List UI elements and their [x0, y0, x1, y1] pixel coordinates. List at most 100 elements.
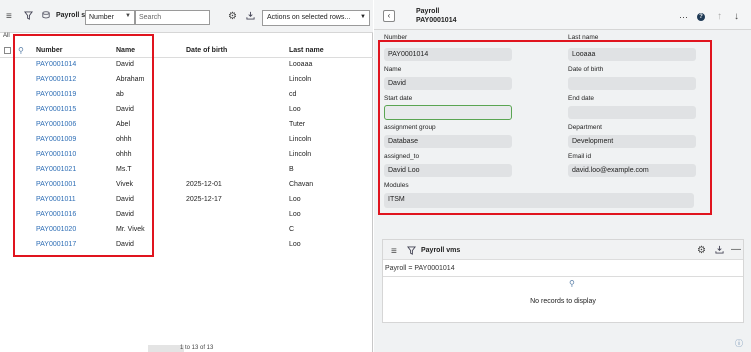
arrow-up-icon[interactable]: ↑ — [717, 11, 722, 23]
cell-name: ohhh — [116, 136, 132, 143]
cell-number[interactable]: PAY0001017 — [36, 241, 76, 248]
cell-dob: 2025-12-17 — [186, 196, 222, 203]
cell-number[interactable]: PAY0001006 — [36, 121, 76, 128]
cell-number[interactable]: PAY0001012 — [36, 76, 76, 83]
cell-number[interactable]: PAY0001015 — [36, 106, 76, 113]
department-field[interactable]: Development — [568, 135, 696, 148]
info-icon[interactable]: ⓘ — [735, 338, 743, 350]
search-icon[interactable]: ⚲ — [18, 45, 24, 57]
table-row[interactable]: PAY0001016 David Loo — [0, 208, 373, 223]
list-pane: ≡ Payroll s Number ▼ Search ⚙ Actions on… — [0, 0, 373, 352]
cell-name: David — [116, 61, 134, 68]
chevron-down-icon: ▼ — [360, 14, 366, 20]
modules-label: Modules — [384, 182, 409, 189]
back-icon[interactable]: ‹ — [383, 10, 395, 22]
cell-last-name: Chavan — [289, 181, 314, 188]
pagination: 1 to 13 of 13 — [118, 345, 248, 352]
table-row[interactable]: PAY0001021 Ms.T B — [0, 163, 373, 178]
breadcrumb-all[interactable]: All — [3, 33, 10, 39]
cell-number[interactable]: PAY0001009 — [36, 136, 76, 143]
start-date-label: Start date — [384, 95, 413, 102]
record-table-name: Payroll — [416, 8, 440, 15]
download-icon[interactable] — [715, 245, 724, 258]
cell-name: Ms.T — [116, 166, 132, 173]
cell-number[interactable]: PAY0001021 — [36, 166, 76, 173]
select-all-checkbox[interactable] — [4, 47, 11, 54]
start-date-field[interactable] — [384, 105, 512, 120]
gear-icon[interactable]: ⚙ — [228, 11, 237, 23]
cell-last-name: Lincoln — [289, 151, 312, 158]
empty-message: No records to display — [530, 298, 596, 305]
table-row[interactable]: PAY0001010 ohhh Lincoln — [0, 148, 373, 163]
search-input[interactable]: Search — [135, 10, 210, 25]
table-row[interactable]: PAY0001001 Vivek 2025-12-01 Chavan — [0, 178, 373, 193]
end-date-field[interactable] — [568, 106, 696, 119]
table-row[interactable]: PAY0001011 David 2025-12-17 Loo — [0, 193, 373, 208]
actions-select[interactable]: Actions on selected rows... ▼ — [262, 10, 370, 26]
table-row[interactable]: PAY0001009 ohhh Lincoln — [0, 133, 373, 148]
filter-icon[interactable] — [407, 246, 416, 259]
search-icon[interactable]: ⚲ — [569, 278, 575, 290]
number-label: Number — [384, 34, 408, 41]
divider — [383, 276, 743, 277]
cell-number[interactable]: PAY0001020 — [36, 226, 76, 233]
cell-number[interactable]: PAY0001010 — [36, 151, 76, 158]
dob-field[interactable] — [568, 77, 696, 90]
table-row[interactable]: PAY0001015 David Loo — [0, 103, 373, 118]
list-icon[interactable] — [42, 11, 50, 23]
table-row[interactable]: PAY0001017 David Loo — [0, 238, 373, 253]
cell-name: ab — [116, 91, 124, 98]
table-row[interactable]: PAY0001006 Abel Tuter — [0, 118, 373, 133]
cell-last-name: Loo — [289, 211, 301, 218]
column-header-last-name[interactable]: Last name — [289, 47, 324, 54]
cell-number[interactable]: PAY0001001 — [36, 181, 76, 188]
assigned-to-field[interactable]: David Loo — [384, 164, 512, 177]
name-field[interactable]: David — [384, 77, 512, 90]
minus-icon[interactable]: — — [731, 244, 741, 256]
table-row[interactable]: PAY0001020 Mr. Vivek C — [0, 223, 373, 238]
assignment-group-field[interactable]: Database — [384, 135, 512, 148]
cell-last-name: Loo — [289, 241, 301, 248]
menu-icon[interactable]: ≡ — [391, 246, 397, 258]
column-header-name[interactable]: Name — [116, 47, 135, 54]
app-root: ≡ Payroll s Number ▼ Search ⚙ Actions on… — [0, 0, 751, 352]
number-field[interactable]: PAY0001014 — [384, 48, 512, 61]
assignment-group-label: assignment group — [384, 124, 436, 131]
list-title: Payroll s — [56, 12, 86, 19]
pagination-text: 1 to 13 of 13 — [180, 345, 214, 351]
search-field-value: Number — [89, 14, 114, 21]
cell-number[interactable]: PAY0001019 — [36, 91, 76, 98]
last-name-field[interactable]: Looaaa — [568, 48, 696, 61]
chevron-down-icon: ▼ — [125, 13, 131, 19]
page-input[interactable] — [148, 345, 184, 352]
column-header-number[interactable]: Number — [36, 47, 62, 54]
cell-number[interactable]: PAY0001011 — [36, 196, 76, 203]
email-field[interactable]: david.loo@example.com — [568, 164, 696, 177]
cell-last-name: Lincoln — [289, 136, 312, 143]
gear-icon[interactable]: ⚙ — [697, 245, 706, 257]
cell-name: David — [116, 106, 134, 113]
table-row[interactable]: PAY0001012 Abraham Lincoln — [0, 73, 373, 88]
help-icon[interactable]: ? — [697, 13, 705, 21]
assigned-to-label: assigned_to — [384, 153, 420, 160]
menu-icon[interactable]: ≡ — [6, 11, 12, 23]
cell-number[interactable]: PAY0001014 — [36, 61, 76, 68]
modules-field[interactable]: ITSM — [384, 193, 694, 208]
cell-number[interactable]: PAY0001016 — [36, 211, 76, 218]
cell-name: ohhh — [116, 151, 132, 158]
column-header-dob[interactable]: Date of birth — [186, 47, 227, 54]
download-icon[interactable] — [246, 11, 255, 24]
email-label: Email id — [568, 153, 592, 160]
more-icon[interactable]: ⋯ — [679, 11, 688, 23]
table-row[interactable]: PAY0001019 ab cd — [0, 88, 373, 103]
actions-label: Actions on selected rows... — [267, 14, 351, 21]
search-field-select[interactable]: Number ▼ — [85, 10, 135, 25]
arrow-down-icon[interactable]: ↓ — [734, 11, 739, 23]
cell-last-name: cd — [289, 91, 297, 98]
record-number-title: PAY0001014 — [416, 17, 457, 24]
filter-icon[interactable] — [24, 11, 33, 23]
cell-name: Mr. Vivek — [116, 226, 145, 233]
cell-last-name: C — [289, 226, 295, 233]
last-name-label: Last name — [568, 34, 599, 41]
table-row[interactable]: PAY0001014 David Looaaa — [0, 58, 373, 73]
